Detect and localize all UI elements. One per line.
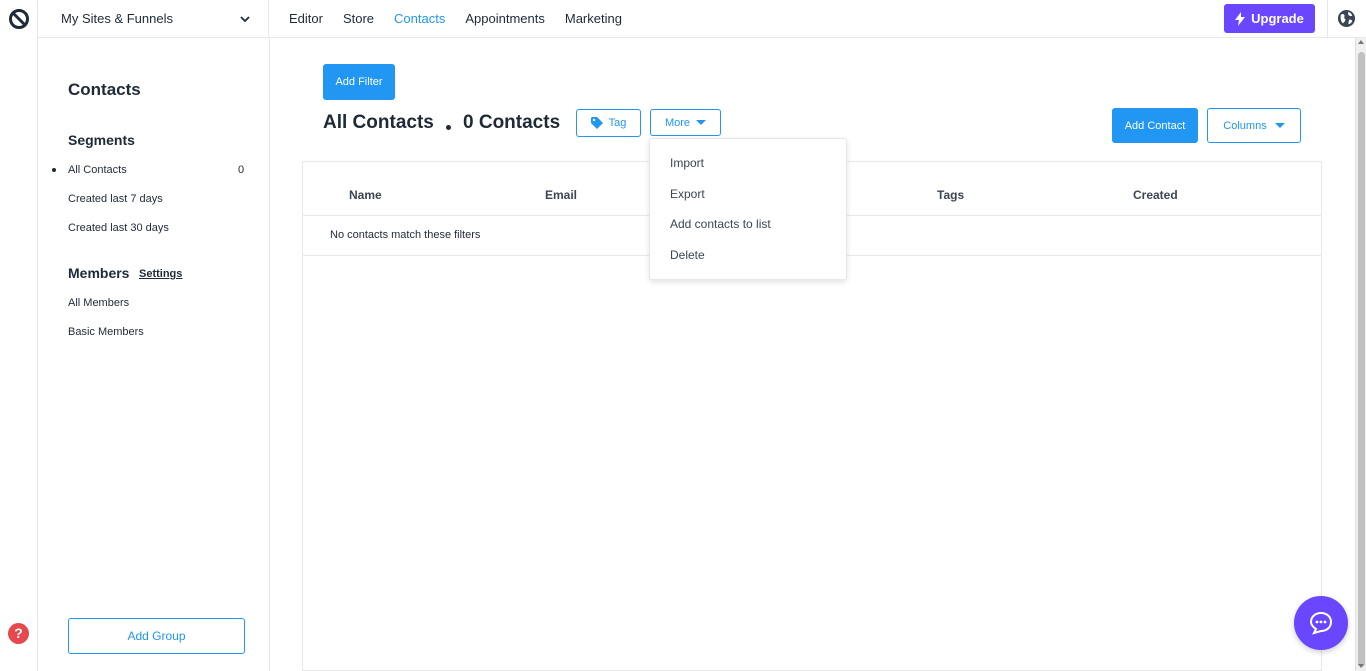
sidebar-item-created-7-days[interactable]: Created last 7 days	[68, 193, 163, 205]
all-contacts-count: 0	[238, 164, 245, 176]
menu-item-add-to-list[interactable]: Add contacts to list	[670, 217, 771, 231]
add-contact-button[interactable]: Add Contact	[1112, 108, 1198, 143]
upgrade-label: Upgrade	[1251, 11, 1304, 26]
tag-icon	[590, 117, 603, 129]
active-bullet	[52, 168, 56, 172]
menu-item-import[interactable]: Import	[670, 156, 704, 170]
column-header-name[interactable]: Name	[349, 188, 382, 202]
lightning-icon	[1235, 11, 1246, 26]
site-selector-label: My Sites & Funnels	[61, 11, 173, 26]
sidebar-item-created-30-days[interactable]: Created last 30 days	[68, 222, 169, 234]
menu-item-delete[interactable]: Delete	[670, 248, 705, 262]
more-menu: Import Export Add contacts to list Delet…	[649, 138, 847, 280]
help-icon[interactable]: ?	[8, 623, 29, 644]
segments-heading: Segments	[68, 132, 135, 148]
main-nav: Editor Store Contacts Appointments Marke…	[289, 11, 622, 26]
columns-button[interactable]: Columns	[1207, 108, 1301, 143]
title-separator	[446, 125, 451, 130]
scroll-down-arrow[interactable]	[1358, 664, 1364, 668]
scroll-up-arrow[interactable]	[1358, 40, 1364, 44]
page-title: All Contacts	[323, 112, 434, 133]
nav-marketing[interactable]: Marketing	[565, 11, 622, 26]
sidebar-item-all-contacts[interactable]: All Contacts	[68, 164, 127, 176]
caret-down-icon	[1274, 123, 1285, 128]
site-selector[interactable]: My Sites & Funnels	[38, 0, 269, 38]
sidebar: Contacts Segments All Contacts 0 Created…	[38, 38, 270, 671]
caret-down-icon	[696, 120, 707, 125]
sidebar-item-basic-members[interactable]: Basic Members	[68, 326, 144, 338]
column-header-email[interactable]: Email	[545, 188, 577, 202]
tag-button-label: Tag	[608, 117, 627, 129]
add-filter-button[interactable]: Add Filter	[323, 64, 395, 100]
column-header-tags[interactable]: Tags	[937, 188, 964, 202]
menu-item-export[interactable]: Export	[670, 187, 705, 201]
chat-icon	[1309, 611, 1333, 635]
left-rail: ?	[0, 0, 38, 671]
nav-contacts[interactable]: Contacts	[394, 11, 445, 26]
upgrade-button[interactable]: Upgrade	[1224, 4, 1315, 33]
sidebar-item-all-members[interactable]: All Members	[68, 297, 129, 309]
scroll-thumb[interactable]	[1358, 52, 1365, 667]
more-button-label: More	[664, 116, 691, 129]
add-group-button[interactable]: Add Group	[68, 618, 245, 654]
tag-button[interactable]: Tag	[576, 109, 641, 137]
empty-message: No contacts match these filters	[330, 229, 481, 241]
nav-appointments[interactable]: Appointments	[465, 11, 545, 26]
column-header-created[interactable]: Created	[1133, 188, 1178, 202]
nav-store[interactable]: Store	[343, 11, 374, 26]
members-heading: Members	[68, 265, 130, 281]
nav-editor[interactable]: Editor	[289, 11, 323, 26]
chat-button[interactable]	[1294, 596, 1348, 650]
sidebar-title: Contacts	[68, 80, 141, 99]
brand-logo-icon[interactable]	[8, 8, 30, 30]
globe-icon	[1337, 9, 1356, 28]
members-settings-link[interactable]: Settings	[139, 268, 182, 280]
globe-button[interactable]	[1327, 0, 1366, 38]
chevron-down-icon	[240, 16, 250, 23]
page-scrollbar[interactable]	[1355, 38, 1366, 671]
more-button[interactable]: More	[650, 109, 721, 136]
top-bar: My Sites & Funnels Editor Store Contacts…	[38, 0, 1366, 38]
columns-button-label: Columns	[1223, 119, 1267, 132]
contacts-count-title: 0 Contacts	[463, 112, 561, 133]
